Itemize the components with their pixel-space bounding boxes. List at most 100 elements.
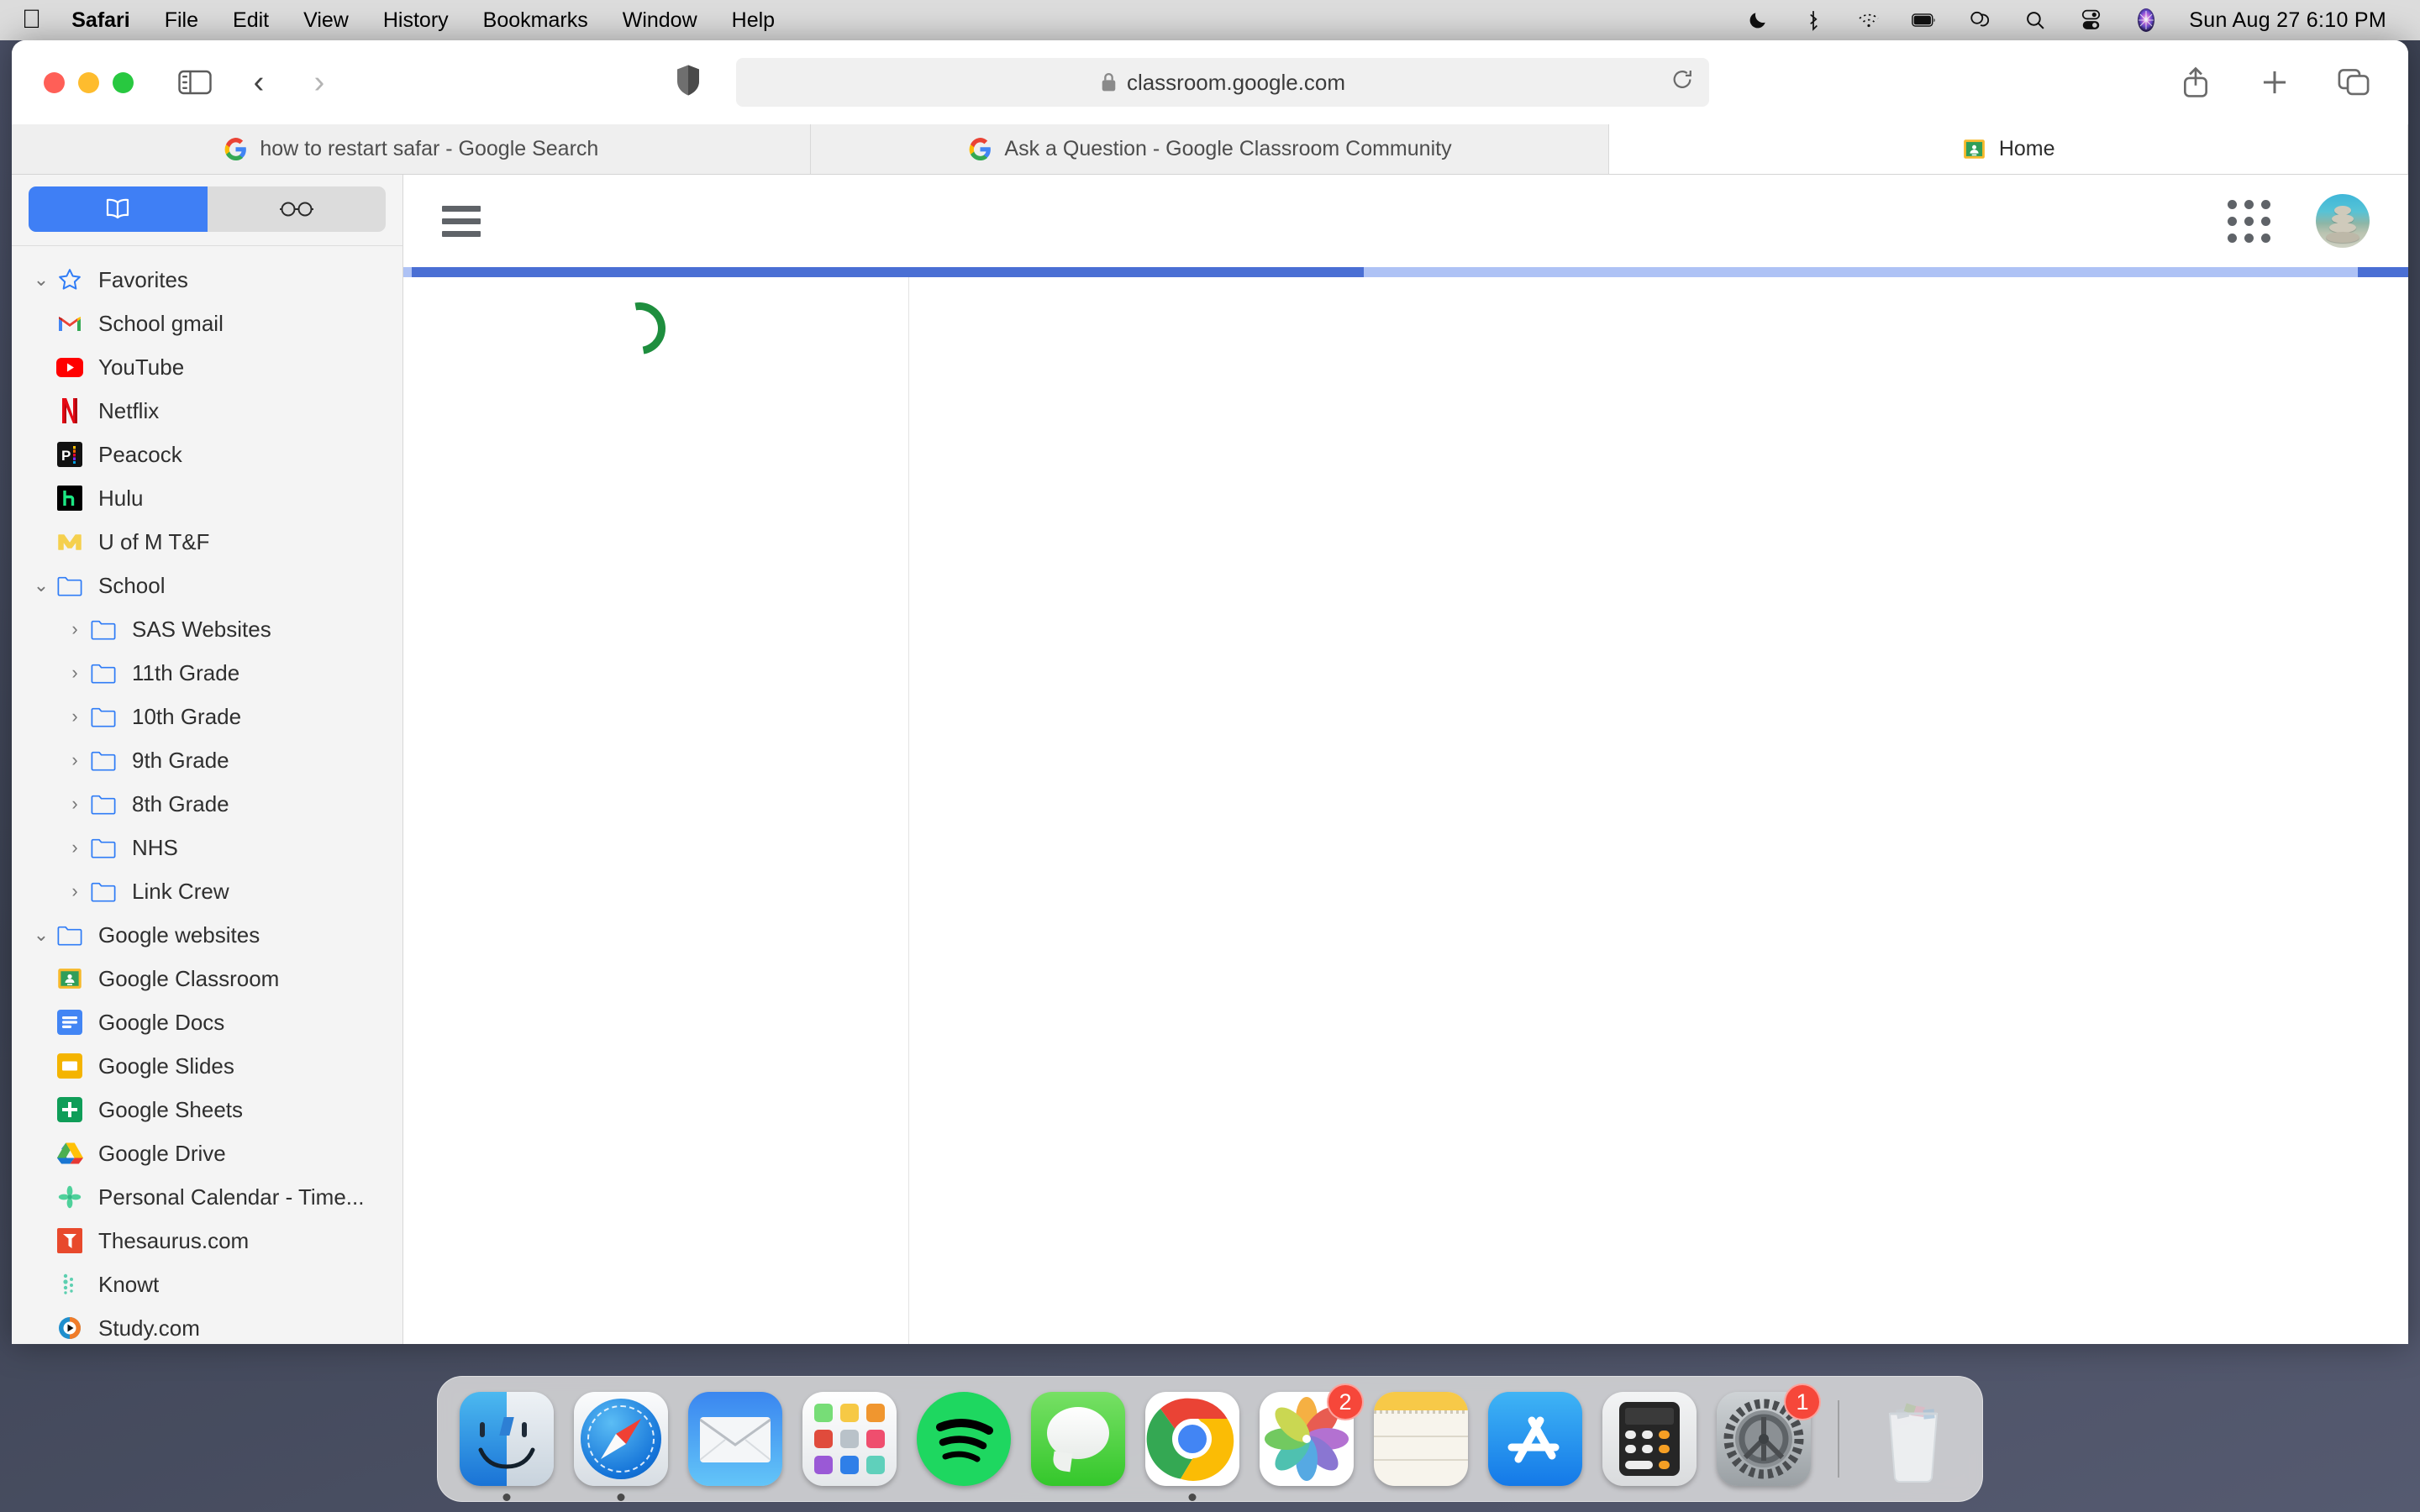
bookmarks-book-icon[interactable] xyxy=(29,186,208,232)
dock-item-trash[interactable] xyxy=(1861,1387,1965,1491)
wifi-icon[interactable] xyxy=(1856,8,1881,33)
dock-item-messages[interactable] xyxy=(1026,1387,1130,1491)
sidebar-item-label: YouTube xyxy=(98,354,185,380)
screen-mirroring-icon[interactable] xyxy=(1967,8,1992,33)
sidebar-item-uofm-tf[interactable]: U of M T&F xyxy=(12,520,402,564)
window-content: ⌄ Favorites School gmail YouTube Netflix… xyxy=(12,175,2408,1344)
reading-list-glasses-icon[interactable] xyxy=(208,186,387,232)
dock-item-finder[interactable] xyxy=(455,1387,559,1501)
dock-item-system-settings[interactable]: 1 xyxy=(1712,1383,1821,1491)
sidebar-item-peacock[interactable]: P Peacock xyxy=(12,433,402,476)
folder-icon xyxy=(89,702,118,731)
sidebar-item-hulu[interactable]: Hulu xyxy=(12,476,402,520)
privacy-shield-icon[interactable] xyxy=(676,65,701,101)
account-avatar[interactable] xyxy=(2316,194,2370,248)
launchpad-icon xyxy=(802,1392,897,1486)
siri-icon[interactable] xyxy=(2133,8,2159,33)
chevron-right-icon[interactable]: › xyxy=(60,618,89,640)
chevron-right-icon[interactable]: › xyxy=(60,793,89,815)
sidebar-item-youtube[interactable]: YouTube xyxy=(12,345,402,389)
chevron-down-icon[interactable]: ⌄ xyxy=(27,575,55,596)
chevron-right-icon[interactable]: › xyxy=(60,880,89,902)
sidebar-item-google-classroom[interactable]: Google Classroom xyxy=(12,957,402,1000)
sidebar-toggle-icon[interactable] xyxy=(172,60,218,105)
menu-edit[interactable]: Edit xyxy=(233,8,269,33)
dock-item-notes[interactable] xyxy=(1369,1387,1473,1491)
sidebar-item-google-sheets[interactable]: Google Sheets xyxy=(12,1088,402,1131)
chrome-icon xyxy=(1145,1392,1239,1486)
browser-tab-3[interactable]: Home xyxy=(1609,124,2408,174)
apple-logo-icon[interactable]:  xyxy=(22,6,41,32)
search-icon[interactable] xyxy=(2023,8,2048,33)
sidebar-folder-9th-grade[interactable]: › 9th Grade xyxy=(12,738,402,782)
moon-icon[interactable] xyxy=(1745,8,1770,33)
menu-window[interactable]: Window xyxy=(623,8,697,33)
gmail-icon xyxy=(55,309,84,338)
forward-button[interactable]: › xyxy=(297,60,342,105)
menu-view[interactable]: View xyxy=(303,8,349,33)
sidebar-item-knowt[interactable]: Knowt xyxy=(12,1263,402,1306)
tab-label: how to restart safar - Google Search xyxy=(260,137,599,160)
dock-item-launchpad[interactable] xyxy=(797,1387,902,1491)
minimize-button[interactable] xyxy=(78,71,99,93)
browser-tab-2[interactable]: Ask a Question - Google Classroom Commun… xyxy=(810,124,1610,174)
sidebar-folder-10th-grade[interactable]: › 10th Grade xyxy=(12,695,402,738)
dock-item-mail[interactable] xyxy=(683,1387,787,1491)
dock-item-chrome[interactable] xyxy=(1140,1387,1244,1501)
reload-icon[interactable] xyxy=(1670,68,1694,97)
zoom-button[interactable] xyxy=(113,71,134,93)
hamburger-menu-icon[interactable] xyxy=(442,205,481,237)
dock-item-spotify[interactable] xyxy=(912,1387,1016,1491)
sidebar-item-google-slides[interactable]: Google Slides xyxy=(12,1044,402,1088)
share-icon[interactable] xyxy=(2173,60,2218,105)
dock-item-photos[interactable]: 2 xyxy=(1255,1383,1364,1491)
menu-history[interactable]: History xyxy=(383,8,449,33)
new-tab-icon[interactable] xyxy=(2252,60,2297,105)
tab-overview-icon[interactable] xyxy=(2331,60,2376,105)
control-center-icon[interactable] xyxy=(2078,8,2103,33)
back-button[interactable]: ‹ xyxy=(236,60,281,105)
sidebar-item-google-docs[interactable]: Google Docs xyxy=(12,1000,402,1044)
browser-tab-1[interactable]: how to restart safar - Google Search xyxy=(12,124,811,174)
google-docs-icon xyxy=(55,1008,84,1037)
safari-window: ‹ › classroom.google.com how to restart … xyxy=(12,40,2408,1344)
folder-icon xyxy=(55,571,84,600)
chevron-down-icon[interactable]: ⌄ xyxy=(27,269,55,291)
sidebar-folder-sas-websites[interactable]: › SAS Websites xyxy=(12,607,402,651)
battery-icon[interactable] xyxy=(1912,8,1937,33)
dock-item-app-store[interactable] xyxy=(1483,1387,1587,1491)
sidebar-item-study-com[interactable]: Study.com xyxy=(12,1306,402,1344)
sidebar-item-school-gmail[interactable]: School gmail xyxy=(12,302,402,345)
chevron-down-icon[interactable]: ⌄ xyxy=(27,924,55,946)
menu-file[interactable]: File xyxy=(165,8,198,33)
sidebar-folder-8th-grade[interactable]: › 8th Grade xyxy=(12,782,402,826)
google-apps-grid-icon[interactable] xyxy=(2228,199,2270,243)
bluetooth-icon[interactable] xyxy=(1801,8,1826,33)
sidebar-group-google-websites[interactable]: ⌄ Google websites xyxy=(12,913,402,957)
sidebar-folder-link-crew[interactable]: › Link Crew xyxy=(12,869,402,913)
sidebar-group-school[interactable]: ⌄ School xyxy=(12,564,402,607)
dock-item-safari[interactable] xyxy=(569,1387,673,1501)
sidebar-group-label: Favorites xyxy=(98,266,188,292)
close-button[interactable] xyxy=(44,71,65,93)
dock-item-calculator[interactable] xyxy=(1597,1387,1702,1491)
sidebar-group-favorites[interactable]: ⌄ Favorites xyxy=(12,258,402,302)
chevron-right-icon[interactable]: › xyxy=(60,706,89,727)
sidebar-item-thesaurus[interactable]: Thesaurus.com xyxy=(12,1219,402,1263)
menu-help[interactable]: Help xyxy=(732,8,775,33)
sidebar-item-netflix[interactable]: Netflix xyxy=(12,389,402,433)
sidebar-item-google-drive[interactable]: Google Drive xyxy=(12,1131,402,1175)
menubar-clock[interactable]: Sun Aug 27 6:10 PM xyxy=(2189,8,2386,33)
sidebar-item-personal-calendar[interactable]: Personal Calendar - Time... xyxy=(12,1175,402,1219)
menu-safari[interactable]: Safari xyxy=(71,8,129,33)
chevron-right-icon[interactable]: › xyxy=(60,837,89,858)
study-icon xyxy=(55,1314,84,1342)
menu-bookmarks[interactable]: Bookmarks xyxy=(483,8,588,33)
loading-spinner xyxy=(602,291,676,365)
chevron-right-icon[interactable]: › xyxy=(60,662,89,684)
chevron-right-icon[interactable]: › xyxy=(60,749,89,771)
calendar-leaf-icon xyxy=(55,1183,84,1211)
address-bar[interactable]: classroom.google.com xyxy=(736,58,1709,107)
sidebar-folder-11th-grade[interactable]: › 11th Grade xyxy=(12,651,402,695)
sidebar-folder-nhs[interactable]: › NHS xyxy=(12,826,402,869)
